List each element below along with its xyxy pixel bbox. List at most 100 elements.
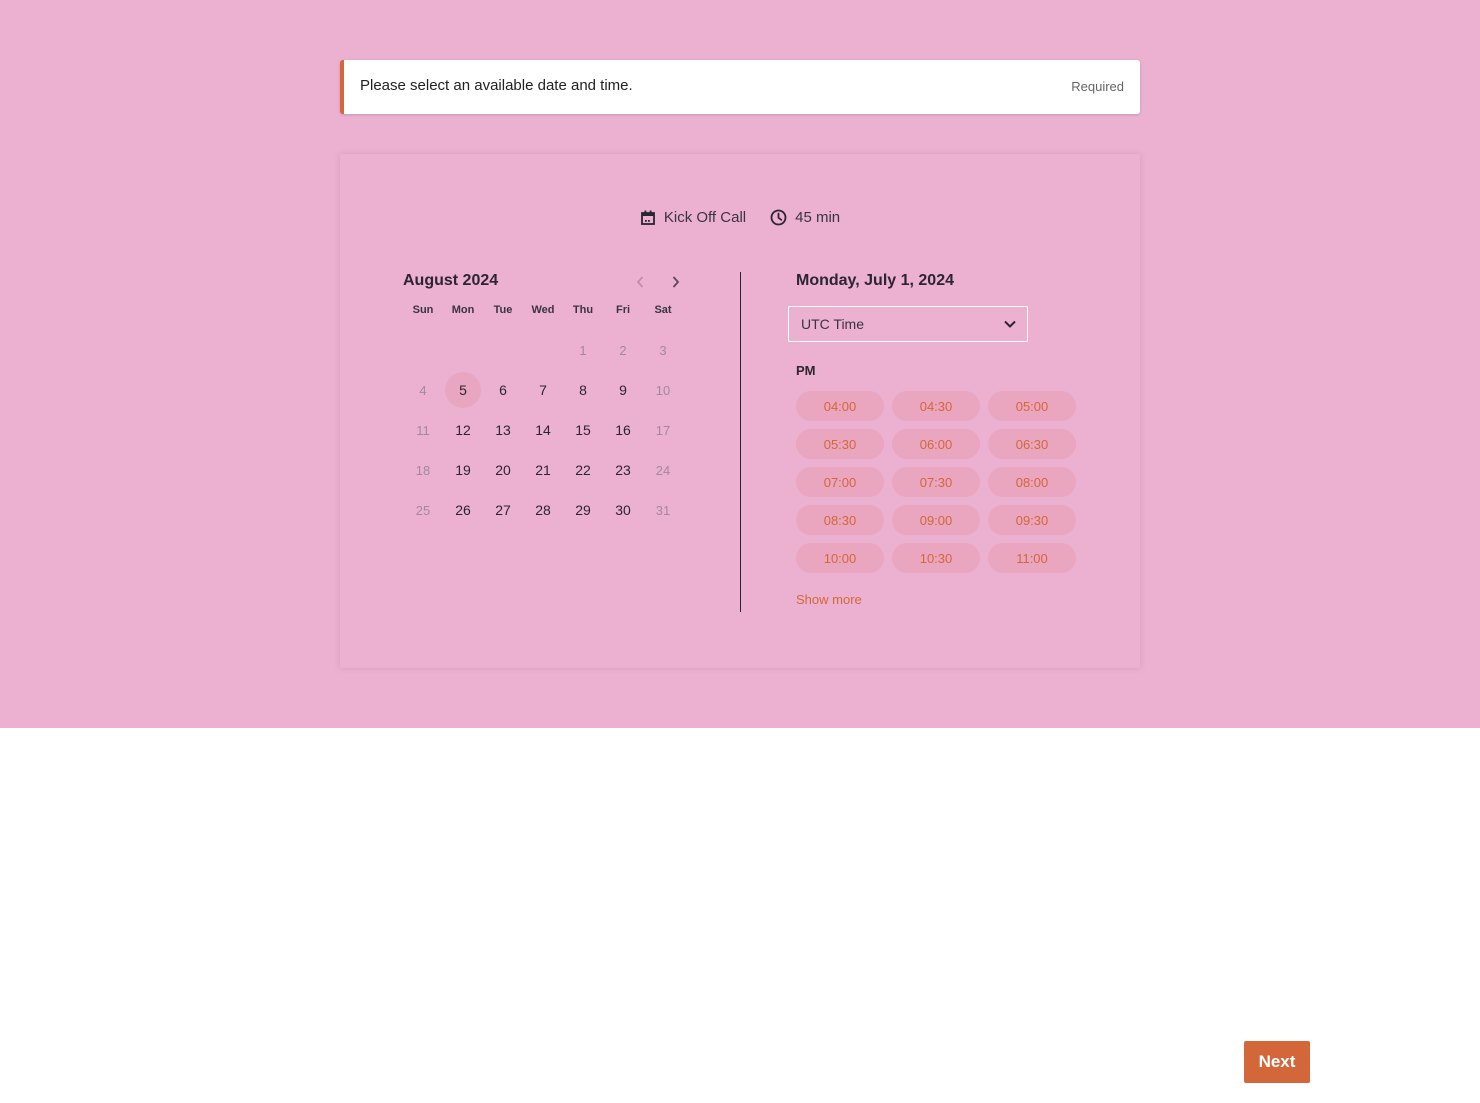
day-number: 23 — [615, 462, 631, 478]
event-info: Kick Off Call 45 min — [340, 209, 1140, 226]
time-slot-button[interactable]: 07:30 — [892, 467, 980, 497]
calendar-day[interactable]: 14 — [523, 410, 563, 450]
calendar-day[interactable]: 19 — [443, 450, 483, 490]
calendar-day[interactable]: 20 — [483, 450, 523, 490]
day-number: 11 — [416, 422, 430, 438]
time-slot-button[interactable]: 05:00 — [988, 391, 1076, 421]
calendar-day[interactable]: 26 — [443, 490, 483, 530]
calendar-empty-cell — [403, 330, 443, 370]
day-number: 2 — [619, 342, 627, 358]
day-number: 24 — [655, 462, 671, 478]
calendar-day[interactable]: 7 — [523, 370, 563, 410]
calendar-day: 31 — [643, 490, 683, 530]
scheduler-card: Kick Off Call 45 min August 2024 Sun Mon… — [340, 154, 1140, 668]
scheduler-background: Please select an available date and time… — [0, 0, 1480, 728]
day-number: 29 — [575, 502, 591, 518]
timezone-select[interactable]: UTC Time — [788, 306, 1028, 342]
calendar-week: 1 2 3 — [403, 330, 683, 370]
time-slot-button[interactable]: 06:00 — [892, 429, 980, 459]
calendar-week: 4 5 6 7 8 9 10 — [403, 370, 683, 410]
calendar-day[interactable]: 8 — [563, 370, 603, 410]
alert-message: Please select an available date and time… — [360, 77, 633, 94]
event-duration-text: 45 min — [795, 209, 841, 226]
calendar-day-selected[interactable]: 5 — [443, 370, 483, 410]
calendar-day: 4 — [403, 370, 443, 410]
calendar-header: August 2024 — [403, 272, 693, 294]
divider — [740, 272, 741, 612]
event-title-text: Kick Off Call — [663, 209, 747, 226]
calendar-empty-cell — [523, 330, 563, 370]
timezone-value: UTC Time — [801, 316, 864, 332]
chevron-down-icon — [1004, 320, 1016, 328]
day-number: 10 — [655, 382, 671, 398]
time-slot-button[interactable]: 08:30 — [796, 505, 884, 535]
time-slot-button[interactable]: 05:30 — [796, 429, 884, 459]
day-number: 21 — [535, 462, 551, 478]
calendar: August 2024 Sun Mon Tue Wed Thu Fri Sat … — [403, 272, 693, 518]
calendar-day[interactable]: 27 — [483, 490, 523, 530]
day-number: 3 — [659, 342, 667, 358]
day-number: 13 — [495, 422, 511, 438]
prev-month-button[interactable] — [631, 273, 649, 291]
calendar-empty-cell — [443, 330, 483, 370]
day-number: 12 — [455, 422, 471, 438]
month-label: August 2024 — [403, 272, 499, 289]
weekday-label: Tue — [493, 304, 513, 316]
weekday-label: Thu — [572, 304, 594, 316]
calendar-day[interactable]: 28 — [523, 490, 563, 530]
time-slot-button[interactable]: 06:30 — [988, 429, 1076, 459]
next-button[interactable]: Next — [1244, 1041, 1310, 1083]
time-slot-button[interactable]: 09:30 — [988, 505, 1076, 535]
calendar-day[interactable]: 6 — [483, 370, 523, 410]
calendar-day[interactable]: 9 — [603, 370, 643, 410]
chevron-right-icon — [672, 276, 680, 288]
weekday-label: Fri — [615, 304, 631, 316]
calendar-day[interactable]: 30 — [603, 490, 643, 530]
calendar-day[interactable]: 22 — [563, 450, 603, 490]
calendar-day[interactable]: 13 — [483, 410, 523, 450]
selected-date-label: Monday, July 1, 2024 — [796, 272, 954, 289]
calendar-day[interactable]: 15 — [563, 410, 603, 450]
day-number: 6 — [499, 382, 507, 398]
day-number: 28 — [535, 502, 551, 518]
calendar-day[interactable]: 16 — [603, 410, 643, 450]
weekday-label: Sat — [654, 304, 672, 316]
time-slot-button[interactable]: 09:00 — [892, 505, 980, 535]
calendar-day[interactable]: 12 — [443, 410, 483, 450]
calendar-day: 2 — [603, 330, 643, 370]
calendar-day[interactable]: 29 — [563, 490, 603, 530]
calendar-day: 11 — [403, 410, 443, 450]
show-more-link[interactable]: Show more — [796, 592, 862, 607]
calendar-week: 25 26 27 28 29 30 31 — [403, 490, 683, 530]
calendar-week: 11 12 13 14 15 16 17 — [403, 410, 683, 450]
event-title: Kick Off Call — [640, 209, 746, 226]
time-slot-button[interactable]: 04:00 — [796, 391, 884, 421]
day-number: 8 — [579, 382, 587, 398]
next-month-button[interactable] — [667, 273, 685, 291]
day-number: 5 — [459, 382, 467, 398]
calendar-week: 18 19 20 21 22 23 24 — [403, 450, 683, 490]
required-label: Required — [1071, 79, 1124, 94]
day-number: 22 — [575, 462, 591, 478]
period-label: PM — [796, 363, 816, 378]
day-number: 7 — [539, 382, 547, 398]
time-slot-button[interactable]: 08:00 — [988, 467, 1076, 497]
time-slot-button[interactable]: 10:30 — [892, 543, 980, 573]
day-number: 27 — [495, 502, 511, 518]
calendar-empty-cell — [483, 330, 523, 370]
calendar-day[interactable]: 23 — [603, 450, 643, 490]
calendar-grid: 1 2 3 4 5 6 7 8 9 10 11 12 13 14 15 16 17 18 19 20 21 22 23 24 2… — [403, 330, 683, 530]
day-number: 16 — [615, 422, 631, 438]
calendar-day: 17 — [643, 410, 683, 450]
day-number: 1 — [579, 342, 587, 358]
time-slot-button[interactable]: 10:00 — [796, 543, 884, 573]
time-slot-button[interactable]: 07:00 — [796, 467, 884, 497]
day-number: 30 — [615, 502, 631, 518]
calendar-day[interactable]: 21 — [523, 450, 563, 490]
calendar-day: 3 — [643, 330, 683, 370]
time-slot-button[interactable]: 11:00 — [988, 543, 1076, 573]
time-slot-button[interactable]: 04:30 — [892, 391, 980, 421]
weekday-label: Wed — [531, 304, 555, 316]
day-number: 14 — [535, 422, 551, 438]
day-number: 17 — [655, 422, 671, 438]
